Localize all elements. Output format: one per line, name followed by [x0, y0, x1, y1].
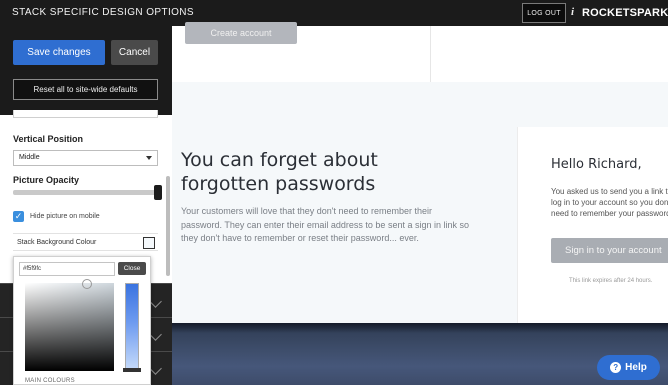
cancel-button[interactable]: Cancel	[111, 40, 158, 65]
reset-defaults-button[interactable]: Reset all to site-wide defaults	[13, 79, 158, 100]
help-label: Help	[625, 362, 647, 373]
vertical-position-label: Vertical Position	[13, 134, 84, 144]
hue-slider-handle[interactable]	[123, 368, 141, 372]
editor-title: STACK SPECIFIC DESIGN OPTIONS	[12, 7, 194, 18]
email-body: You asked us to send you a link to log i…	[551, 187, 668, 218]
hue-slider[interactable]	[125, 283, 139, 371]
sidebar-header: Save changes Cancel Reset all to site-wi…	[0, 26, 172, 115]
vertical-position-value: Middle	[19, 154, 40, 161]
help-icon: ?	[610, 362, 622, 373]
info-icon[interactable]: i	[571, 6, 574, 18]
sign-in-button[interactable]: Sign in to your account	[551, 238, 668, 263]
top-bar: STACK SPECIFIC DESIGN OPTIONS LOG OUT i …	[0, 0, 668, 26]
saturation-value-area[interactable]	[25, 279, 114, 371]
stack-body-text[interactable]: Your customers will love that they don't…	[181, 205, 471, 246]
stack-heading[interactable]: You can forget about forgotten passwords	[181, 148, 431, 196]
image-shadow	[172, 323, 668, 333]
picker-close-button[interactable]: Close	[118, 262, 146, 275]
stack-background-swatch[interactable]	[143, 237, 155, 249]
email-greeting: Hello Richard,	[551, 157, 642, 172]
sidebar-scrollbar[interactable]	[166, 176, 170, 276]
hex-input[interactable]: #f5f9fc	[19, 262, 115, 276]
main-colours-label: MAIN COLOURS	[25, 378, 75, 384]
chevron-down-icon[interactable]	[149, 295, 162, 308]
chevron-down-icon[interactable]	[149, 362, 162, 375]
vertical-position-select[interactable]: Middle	[13, 150, 158, 166]
chevron-down-icon	[146, 156, 152, 160]
help-button[interactable]: ? Help	[597, 355, 660, 380]
save-changes-button[interactable]: Save changes	[13, 40, 105, 65]
rocketspark-logo[interactable]: ROCKETSPARK	[582, 7, 668, 19]
picture-opacity-label: Picture Opacity	[13, 175, 80, 185]
link-expiry-note: This link expires after 24 hours.	[569, 278, 653, 284]
stack-background-row[interactable]: Stack Background Colour	[13, 233, 158, 251]
create-account-button[interactable]: Create account	[185, 22, 297, 44]
hide-on-mobile-checkbox[interactable]: ✓	[13, 211, 24, 222]
hide-on-mobile-label: Hide picture on mobile	[30, 213, 100, 220]
opacity-slider-track[interactable]	[13, 190, 158, 195]
clipped-input[interactable]	[13, 110, 158, 118]
logout-button[interactable]: LOG OUT	[522, 3, 566, 23]
column-divider	[430, 26, 431, 82]
color-handle[interactable]	[82, 279, 92, 289]
chevron-down-icon[interactable]	[149, 328, 162, 341]
opacity-slider-thumb[interactable]	[154, 185, 162, 200]
stack-background-label: Stack Background Colour	[17, 239, 97, 246]
color-picker-popover: #f5f9fc Close MAIN COLOURS	[13, 256, 151, 385]
